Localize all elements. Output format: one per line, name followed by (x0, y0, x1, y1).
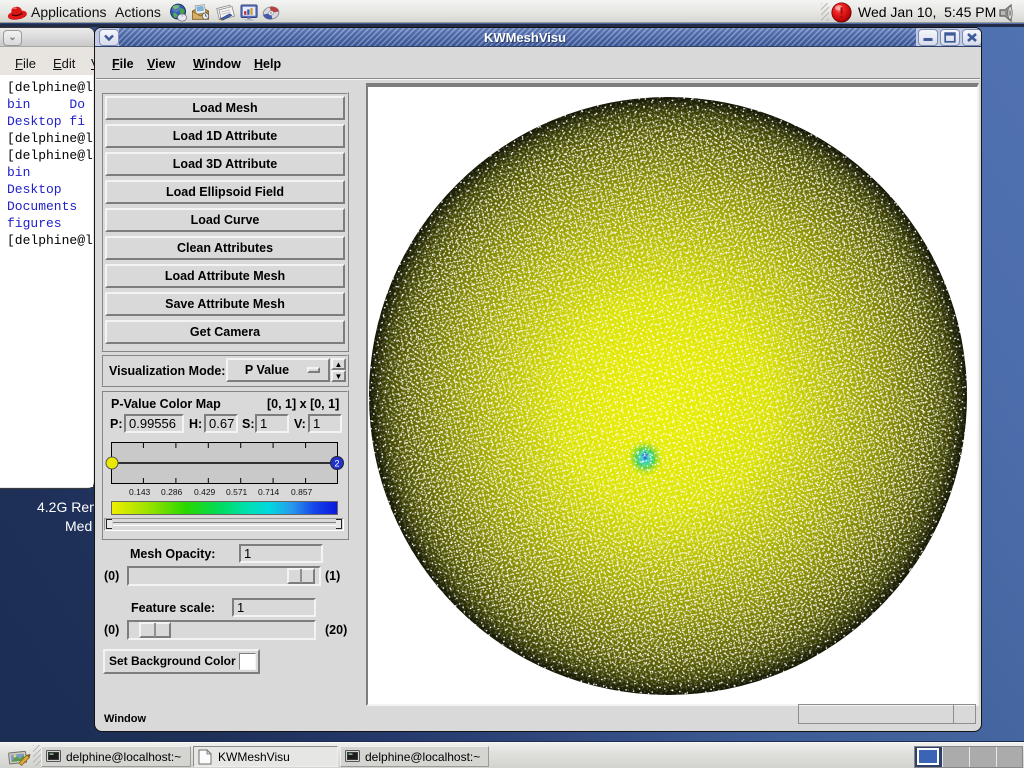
svg-text:2: 2 (334, 459, 339, 469)
